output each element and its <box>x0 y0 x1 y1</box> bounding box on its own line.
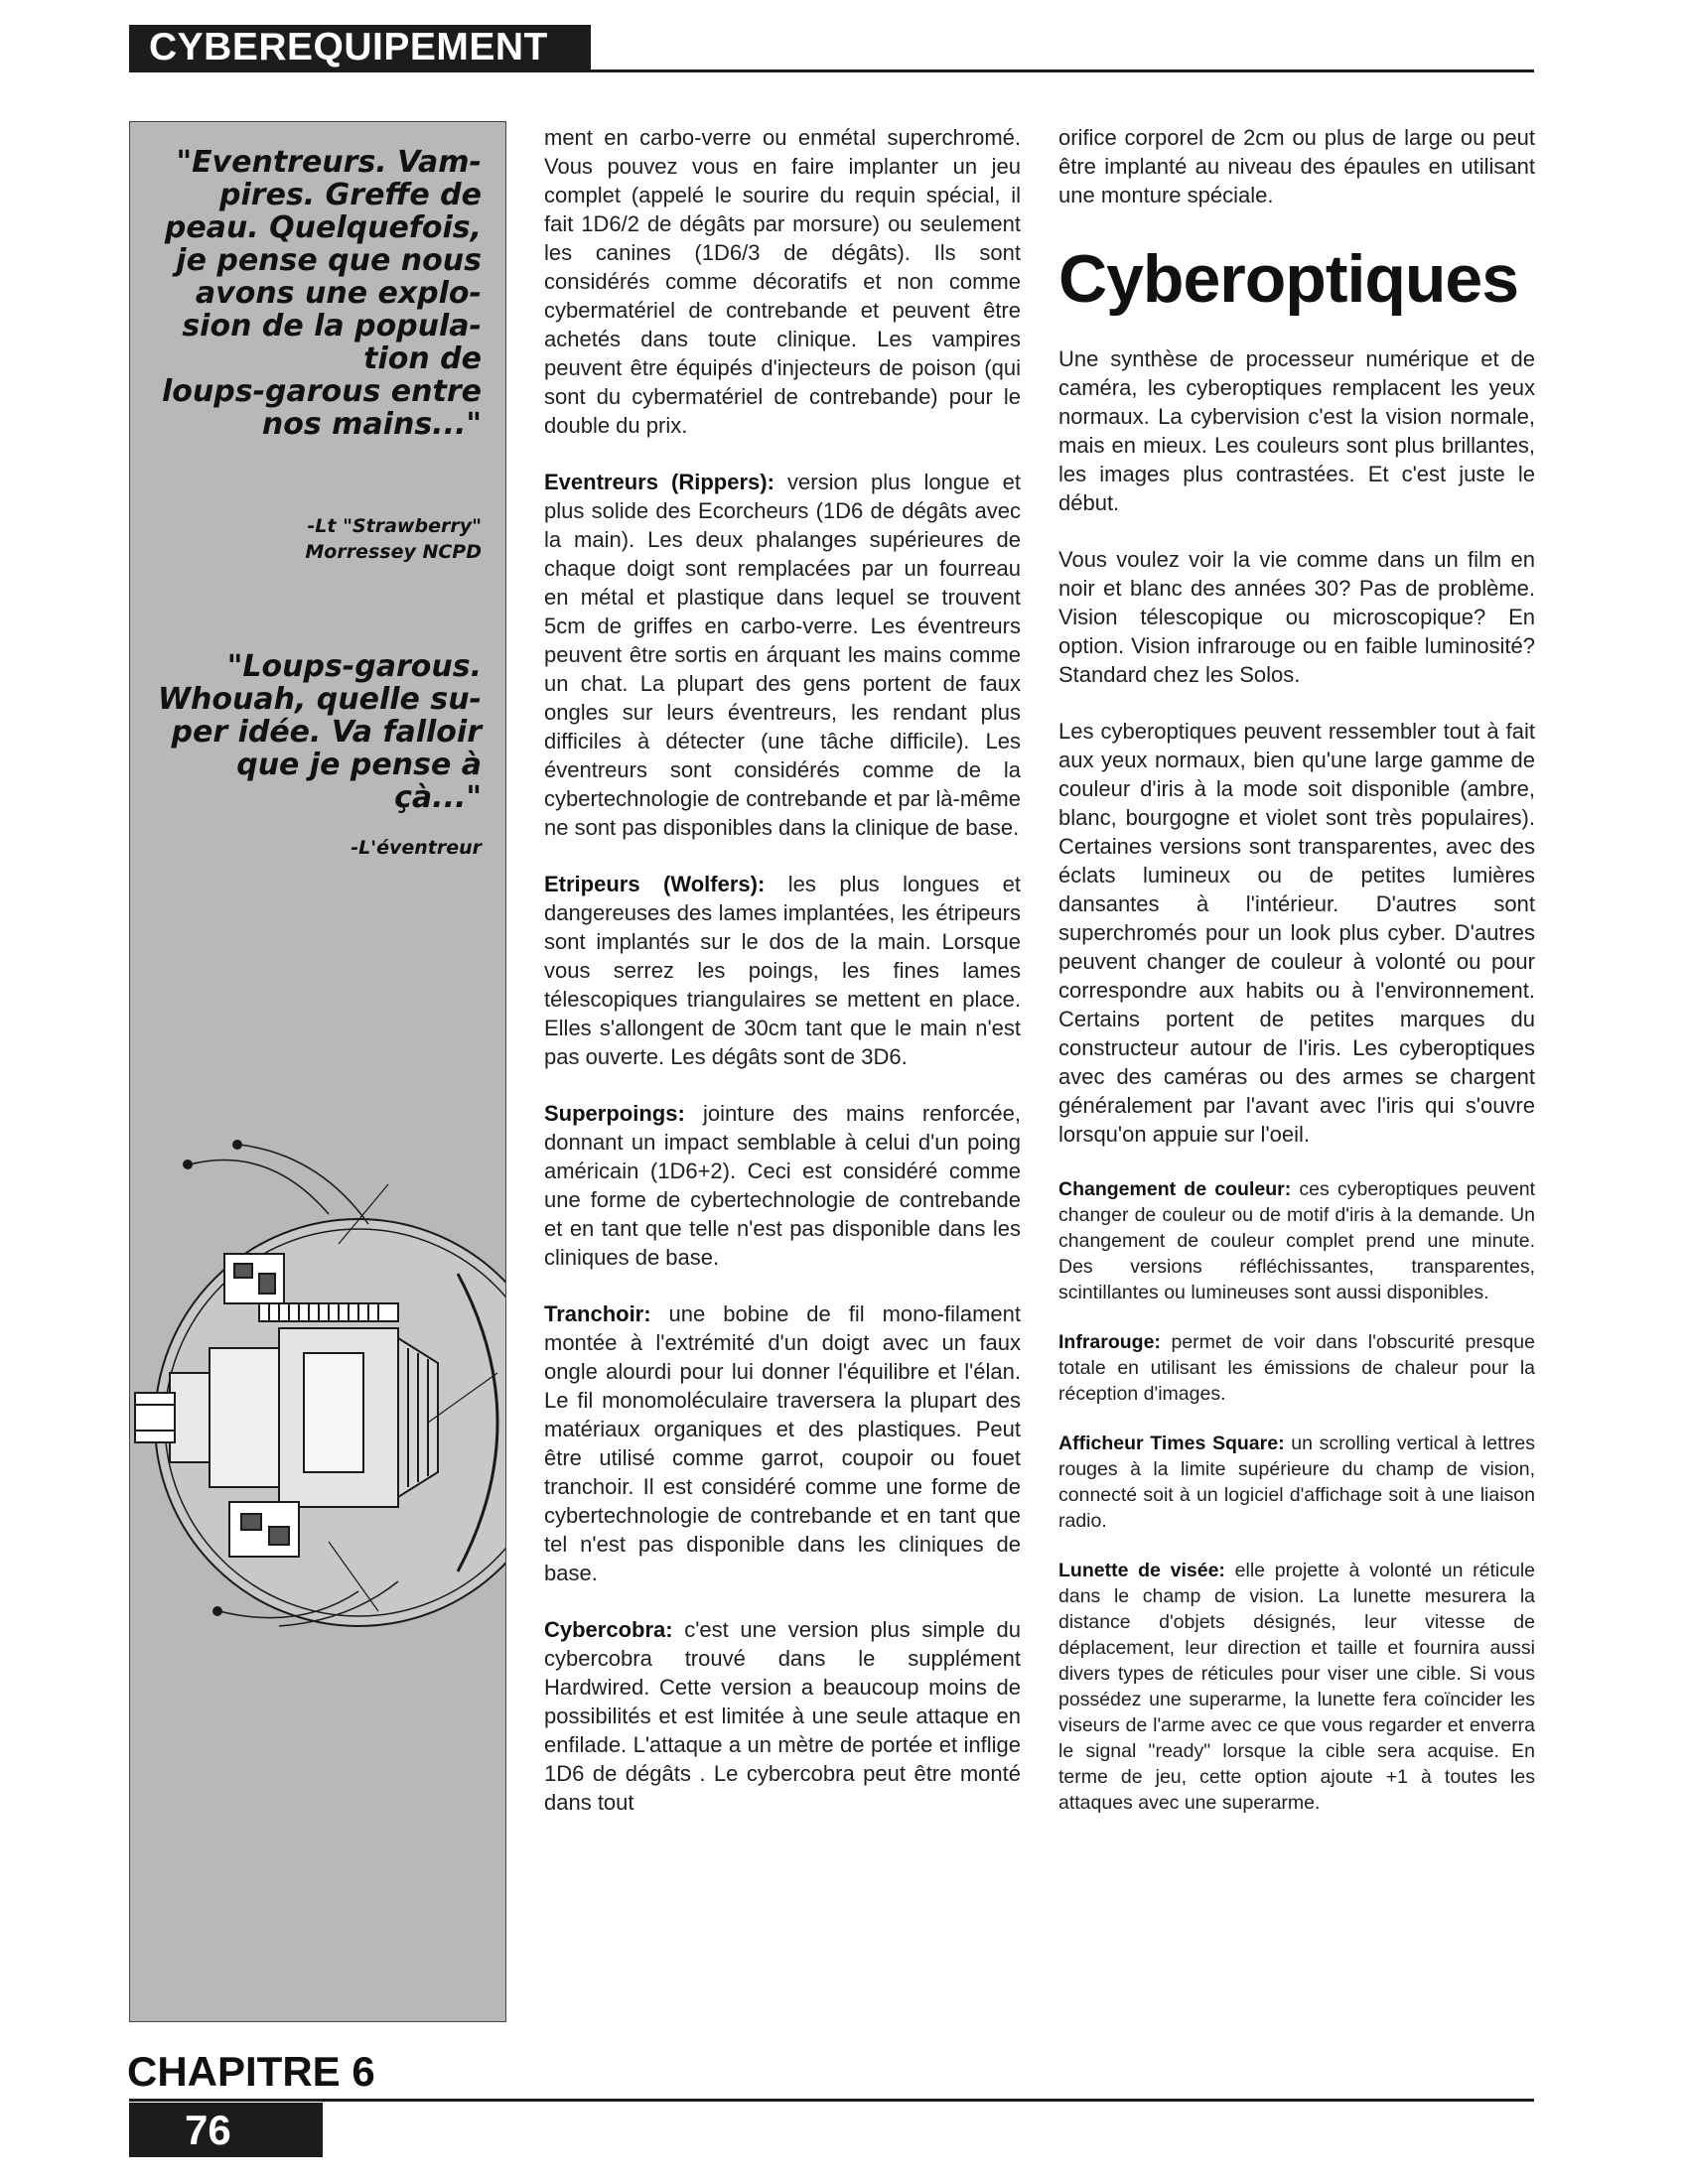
quote-line: peau. Quelquefois, <box>164 210 482 245</box>
entry-infrarouge: Infrarouge: permet de voir dans l'obscur… <box>1058 1329 1535 1407</box>
quote-line: per idée. Va falloir <box>171 715 482 750</box>
quote-line: pires. Greffe de <box>219 178 482 212</box>
entry-text: elle projette à volonté un réticule dans… <box>1058 1560 1536 1814</box>
quote-line: loups-garous entre <box>161 374 482 409</box>
entry-term: Eventreurs (Rippers): <box>544 470 774 494</box>
body-paragraph: Vous voulez voir la vie comme dans un fi… <box>1058 547 1535 687</box>
cyberoptic-illustration <box>134 1140 505 1627</box>
quote-line: nos mains..." <box>261 407 482 442</box>
sidebar-attribution-1: -Lt "Strawberry" Morressey NCPD <box>305 513 482 565</box>
quote-line: tion de <box>363 341 482 376</box>
entry-superpoings: Superpoings: jointure des mains renforcé… <box>544 1099 1021 1272</box>
quote-line: sion de la popula- <box>182 309 482 343</box>
quote-line: "Eventreurs. Vam- <box>176 145 482 180</box>
entry-term: Etripeurs (Wolfers): <box>544 872 766 896</box>
entry-text: c'est une version plus simple du cyberco… <box>544 1617 1021 1815</box>
quote-line: "Loups-garous. <box>226 649 482 684</box>
entry-term: Afficheur Times Square: <box>1058 1433 1285 1454</box>
sidebar-panel: "Eventreurs. Vam- pires. Greffe de peau.… <box>129 121 506 2022</box>
attribution-line: Morressey NCPD <box>305 541 482 563</box>
entry-tranchoir: Tranchoir: une bobine de fil mono-filame… <box>544 1299 1021 1587</box>
body-paragraph: Les cyberoptiques peuvent ressembler tou… <box>1058 719 1535 1147</box>
entry-term: Cybercobra: <box>544 1617 673 1642</box>
entry-cybercobra: Cybercobra: c'est une version plus simpl… <box>544 1615 1021 1817</box>
section-heading: Cyberoptiques <box>1058 241 1519 317</box>
quote-line: avons une explo- <box>195 276 482 311</box>
entry-afficheur: Afficheur Times Square: un scrolling ver… <box>1058 1431 1535 1534</box>
entry-text: jointure des mains renforcée, donnant un… <box>544 1101 1021 1270</box>
entry-changement-couleur: Changement de couleur: ces cyberoptiques… <box>1058 1176 1535 1305</box>
intro-paragraph: ment en carbo-verre ou enmétal superchro… <box>544 125 1021 438</box>
header-rule <box>129 69 1534 72</box>
continuation-paragraph: orifice corporel de 2cm ou plus de large… <box>1058 125 1535 207</box>
entry-term: Superpoings: <box>544 1101 685 1126</box>
text-column-1: ment en carbo-verre ou enmétal superchro… <box>544 123 1021 1844</box>
entry-term: Infrarouge: <box>1058 1331 1161 1353</box>
quote-line: Whouah, quelle su- <box>157 682 482 717</box>
footer-rule <box>129 2099 1534 2102</box>
entry-lunette: Lunette de visée: elle projette à volont… <box>1058 1558 1535 1816</box>
entry-text: les plus longues et dangereuses des lame… <box>544 872 1022 1069</box>
entry-text: version plus longue et plus solide des E… <box>544 470 1022 840</box>
quote-line: que je pense à <box>236 748 482 782</box>
sidebar-attribution-2: -L'éventreur <box>351 835 482 861</box>
text-column-2: orifice corporel de 2cm ou plus de large… <box>1058 123 1535 1840</box>
sidebar-quote-1: "Eventreurs. Vam- pires. Greffe de peau.… <box>162 146 482 441</box>
sidebar-quote-2: "Loups-garous. Whouah, quelle su- per id… <box>158 650 482 814</box>
quote-line: je pense que nous <box>176 243 482 278</box>
body-paragraph: Une synthèse de processeur numérique et … <box>1058 346 1535 515</box>
attribution-line: -L'éventreur <box>351 837 482 859</box>
entry-term: Tranchoir: <box>544 1301 651 1326</box>
entry-etripeurs: Etripeurs (Wolfers): les plus longues et… <box>544 870 1021 1071</box>
entry-text: une bobine de fil mono-filament montée à… <box>544 1301 1021 1585</box>
entry-term: Lunette de visée: <box>1058 1560 1225 1581</box>
entry-term: Changement de couleur: <box>1058 1178 1292 1200</box>
quote-line: çà..." <box>394 780 482 815</box>
page-number: 76 <box>185 2107 231 2153</box>
attribution-line: -Lt "Strawberry" <box>307 515 482 537</box>
entry-eventreurs: Eventreurs (Rippers): version plus longu… <box>544 468 1021 842</box>
header-title: CYBEREQUIPEMENT <box>149 26 548 68</box>
chapter-label: CHAPITRE 6 <box>127 2048 375 2095</box>
